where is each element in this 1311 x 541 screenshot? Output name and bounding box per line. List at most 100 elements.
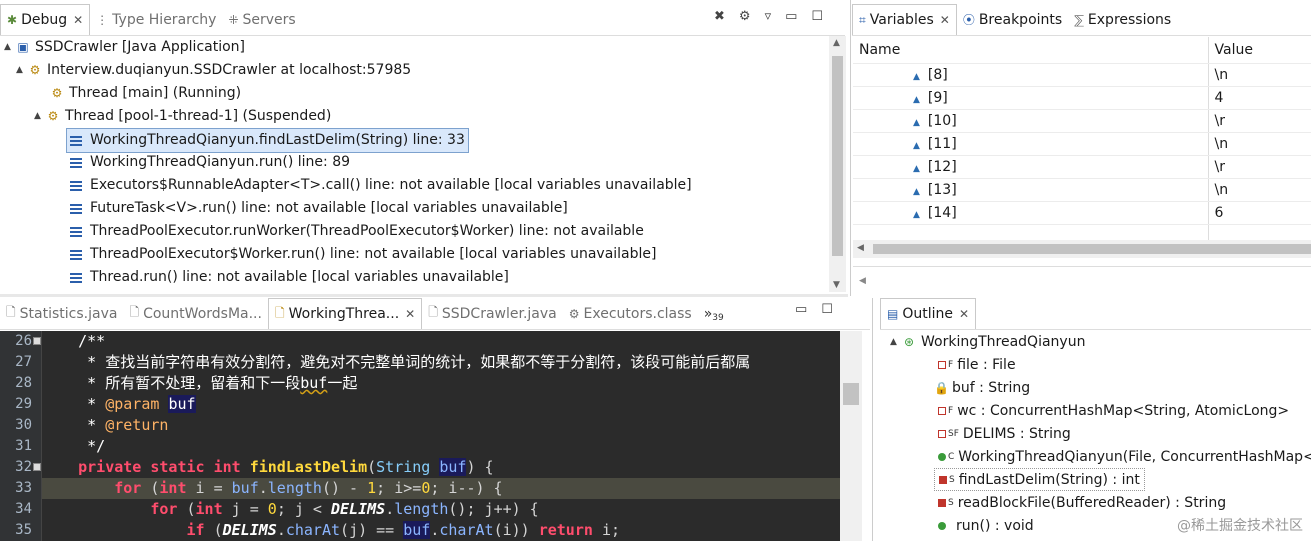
stack-frame[interactable]: ThreadPoolExecutor.runWorker(ThreadPoolE… <box>70 220 644 243</box>
fold-icon[interactable] <box>33 337 41 345</box>
vertical-sash[interactable] <box>850 0 851 296</box>
stack-frame[interactable]: FutureTask<V>.run() line: not available … <box>70 197 568 220</box>
tab-servers[interactable]: ⁜ Servers <box>222 4 301 35</box>
scroll-up-icon[interactable]: ▲ <box>833 38 840 48</box>
stack-frame[interactable]: ThreadPoolExecutor$Worker.run() line: no… <box>70 243 657 266</box>
outline-item[interactable]: Ffile : File <box>938 353 1016 376</box>
outline-item[interactable]: SF DELIMS : String <box>938 422 1071 445</box>
public-method-icon <box>938 521 946 530</box>
tree-item-vm[interactable]: ▲ ⚙ Interview.duqianyun.SSDCrawler at loca… <box>16 59 411 82</box>
tree-item-thread-pool[interactable]: ▲ ⚙ Thread [pool-1-thread-1] (Suspended) <box>34 105 331 128</box>
tab-statistics[interactable]: 🗋 Statistics.java <box>0 298 123 329</box>
current-line: for (int i = buf.length() - 1; i>=0; i--… <box>42 478 840 499</box>
maximize-icon[interactable]: ☐ <box>821 302 833 317</box>
line-number: 29 <box>15 396 32 412</box>
code-editor[interactable]: 26 27 28 29 30 31 32 33 34 35 /** * 查找当前… <box>0 331 840 541</box>
constructor-icon <box>938 452 946 461</box>
editor-scrollbar[interactable] <box>840 331 862 541</box>
column-name[interactable]: Name <box>853 37 1209 64</box>
expanded-arrow-icon: ▲ <box>16 65 23 75</box>
tree-item-thread-main[interactable]: ⚙ Thread [main] (Running) <box>50 82 241 105</box>
outline-class[interactable]: ▲ ⊛ WorkingThreadQianyun <box>890 330 1085 353</box>
line-number: 27 <box>15 354 32 370</box>
scroll-thumb[interactable] <box>873 244 1311 254</box>
debug-scrollbar[interactable]: ▲ ▼ <box>829 36 846 292</box>
editor-window-buttons: ▭ ☐ <box>795 302 833 317</box>
remove-terminated-icon[interactable]: ✖ <box>714 9 725 24</box>
stack-frame[interactable]: Thread.run() line: not available [local … <box>70 266 509 289</box>
close-icon[interactable]: ✕ <box>73 13 83 27</box>
more-tabs-button[interactable]: » 39 <box>698 298 730 329</box>
outline-item[interactable]: Fwc : ConcurrentHashMap<String, AtomicLo… <box>938 399 1289 422</box>
private-field-icon <box>938 360 946 369</box>
tree-item-application[interactable]: ▲ ▣ SSDCrawler [Java Application] <box>4 36 245 59</box>
stack-frame-icon <box>70 157 82 168</box>
outline-item[interactable]: SreadBlockFile(BufferedReader) : String <box>938 491 1226 514</box>
maximize-icon[interactable]: ☐ <box>811 9 823 24</box>
outline-item[interactable]: 🔒 buf : String <box>934 376 1030 399</box>
thread-running-icon: ⚙ <box>51 86 63 100</box>
fold-icon[interactable] <box>33 463 41 471</box>
outline-item-selected[interactable]: SfindLastDelim(String) : int <box>934 468 1145 491</box>
table-row[interactable]: ▲ [11] \n <box>853 132 1311 156</box>
field-icon: ▲ <box>913 117 920 128</box>
tab-type-hierarchy[interactable]: ⋮ Type Hierarchy <box>90 4 222 35</box>
tab-outline[interactable]: ▤ Outline ✕ <box>880 298 977 329</box>
table-row[interactable]: ▲ [8] \n <box>853 63 1311 87</box>
variables-hscrollbar[interactable]: ◀ <box>853 240 1311 258</box>
vertical-sash[interactable] <box>872 298 873 541</box>
stack-frame[interactable]: WorkingThreadQianyun.findLastDelim(Strin… <box>66 128 469 153</box>
tab-executors[interactable]: ⚙ Executors.class <box>563 298 698 329</box>
scroll-down-icon[interactable]: ▼ <box>833 280 840 290</box>
java-file-icon: 🗋 <box>274 305 285 320</box>
minimize-icon[interactable]: ▭ <box>785 9 797 24</box>
outline-item[interactable]: run() : void <box>938 514 1034 537</box>
close-icon[interactable]: ✕ <box>959 307 969 321</box>
java-app-icon: ▣ <box>17 40 29 54</box>
tab-debug[interactable]: ✱ Debug ✕ <box>0 4 91 35</box>
tab-breakpoints[interactable]: ⦿ Breakpoints <box>957 4 1068 35</box>
sash[interactable] <box>0 294 848 297</box>
detail-pane[interactable]: ◀ <box>853 266 1311 296</box>
line-number: 30 <box>15 417 32 433</box>
tab-variables[interactable]: ⌗ Variables ✕ <box>852 4 957 35</box>
scroll-thumb[interactable] <box>843 383 859 405</box>
stack-frame-icon <box>70 272 82 283</box>
code-line: * 查找当前字符串有效分割符，避免对不完整单词的统计，如果都不等于分割符，该段可… <box>78 353 751 371</box>
line-number: 34 <box>15 501 32 517</box>
tab-ssdcrawler[interactable]: 🗋 SSDCrawler.java <box>422 298 563 329</box>
table-row[interactable]: ▲ [10] \r <box>853 109 1311 133</box>
view-menu-icon[interactable]: ▿ <box>765 9 772 24</box>
table-row[interactable]: ▲ [14] 6 <box>853 201 1311 225</box>
close-icon[interactable]: ✕ <box>405 307 415 321</box>
debug-tree: ▲ ▣ SSDCrawler [Java Application] ▲ ⚙ Interv… <box>0 36 828 292</box>
field-icon: ▲ <box>913 94 920 105</box>
minimize-icon[interactable]: ▭ <box>795 302 807 317</box>
scroll-thumb[interactable] <box>832 56 843 256</box>
editor-tabbar: 🗋 Statistics.java 🗋 CountWordsMa... 🗋 Worki… <box>0 298 870 330</box>
column-value[interactable]: Value <box>1208 37 1311 64</box>
stack-frame-icon <box>70 180 82 191</box>
code-line: * @return <box>87 416 169 434</box>
line-number: 28 <box>15 375 32 391</box>
table-row[interactable]: ▲ [13] \n <box>853 178 1311 202</box>
outline-item[interactable]: C WorkingThreadQianyun(File, ConcurrentHa… <box>938 445 1311 468</box>
table-row[interactable]: ▲ [9] 4 <box>853 86 1311 110</box>
stack-frame[interactable]: WorkingThreadQianyun.run() line: 89 <box>70 151 350 174</box>
scroll-left-icon[interactable]: ◀ <box>857 243 864 253</box>
tab-countwords[interactable]: 🗋 CountWordsMa... <box>123 298 268 329</box>
variables-table: Name Value ▲ [8] \n ▲ [9] 4 ▲ [10] \r ▲ [11] \n … <box>853 37 1311 248</box>
tab-workingthread[interactable]: 🗋 WorkingThrea... ✕ <box>267 298 423 329</box>
table-row[interactable]: ▲ [12] \r <box>853 155 1311 179</box>
breakpoints-icon: ⦿ <box>962 13 975 27</box>
stack-frame[interactable]: Executors$RunnableAdapter<T>.call() line… <box>70 174 692 197</box>
stack-frame-icon <box>70 226 82 237</box>
code-line: /** <box>78 332 106 350</box>
field-lock-icon: 🔒 <box>934 380 949 395</box>
tab-expressions[interactable]: ⅀ Expressions <box>1068 4 1177 35</box>
code-line: for (int j = 0; j < DELIMS.length(); j++… <box>150 500 539 518</box>
debug-options-icon[interactable]: ⚙ <box>739 9 751 24</box>
scroll-left-icon[interactable]: ◀ <box>859 276 866 286</box>
watermark: @稀土掘金技术社区 <box>1177 518 1303 534</box>
close-icon[interactable]: ✕ <box>940 13 950 27</box>
